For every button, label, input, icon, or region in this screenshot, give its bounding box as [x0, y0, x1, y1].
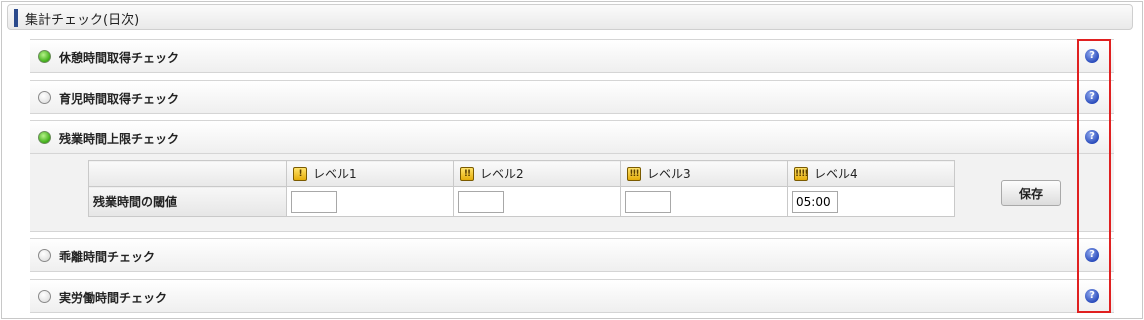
section-label: 実労働時間チェック [59, 291, 168, 305]
level-4-threshold-input[interactable] [792, 190, 838, 213]
threshold-row: 残業時間の閾値 [88, 186, 955, 217]
radio-icon[interactable] [38, 290, 51, 303]
level-1-header: ! レベル1 [286, 160, 454, 187]
table-corner-cell [88, 160, 287, 187]
level-1-threshold-input[interactable] [291, 190, 337, 213]
radio-icon[interactable] [38, 249, 51, 262]
panel-title: 集計チェック(日次) [25, 13, 140, 28]
warning-level-icon: !! [460, 166, 474, 181]
section-label: 休憩時間取得チェック [59, 51, 180, 65]
section-actual-work-time-check[interactable]: 実労働時間チェック ? [30, 279, 1114, 313]
section-childcare-time-check[interactable]: 育児時間取得チェック ? [30, 80, 1114, 114]
section-label: 残業時間上限チェック [59, 132, 180, 146]
level-4-cell [787, 186, 955, 217]
level-label: レベル2 [480, 167, 524, 181]
section-overtime-limit-check[interactable]: 残業時間上限チェック ? [30, 120, 1114, 154]
level-1-cell [286, 186, 454, 217]
save-button[interactable]: 保存 [1001, 180, 1061, 206]
level-2-header: !! レベル2 [453, 160, 621, 187]
level-3-threshold-input[interactable] [625, 190, 671, 213]
level-label: レベル4 [814, 167, 858, 181]
radio-icon[interactable] [38, 91, 51, 104]
warning-level-icon: !!! [627, 166, 641, 181]
warning-level-icon: !!!! [794, 166, 808, 181]
level-3-cell [620, 186, 788, 217]
help-icons-highlight-box [1077, 39, 1111, 313]
threshold-row-label: 残業時間の閾値 [88, 186, 287, 217]
radio-icon[interactable] [38, 50, 51, 63]
level-3-header: !!! レベル3 [620, 160, 788, 187]
section-break-time-check[interactable]: 休憩時間取得チェック ? [30, 39, 1114, 73]
level-4-header: !!!! レベル4 [787, 160, 955, 187]
level-label: レベル1 [313, 167, 357, 181]
table-header-row: ! レベル1 !! レベル2 !!! レベル3 !!!! レベル4 [88, 160, 955, 187]
warning-level-icon: ! [293, 166, 307, 181]
section-deviation-time-check[interactable]: 乖離時間チェック ? [30, 238, 1114, 272]
header-accent-bar [14, 9, 18, 27]
radio-icon[interactable] [38, 131, 51, 144]
level-label: レベル3 [647, 167, 691, 181]
section-label: 乖離時間チェック [59, 250, 156, 264]
level-2-cell [453, 186, 621, 217]
overtime-threshold-table: ! レベル1 !! レベル2 !!! レベル3 !!!! レベル4 残業時間の閾値 [88, 160, 955, 217]
section-label: 育児時間取得チェック [59, 92, 180, 106]
panel-header: 集計チェック(日次) [7, 4, 1133, 30]
level-2-threshold-input[interactable] [458, 190, 504, 213]
